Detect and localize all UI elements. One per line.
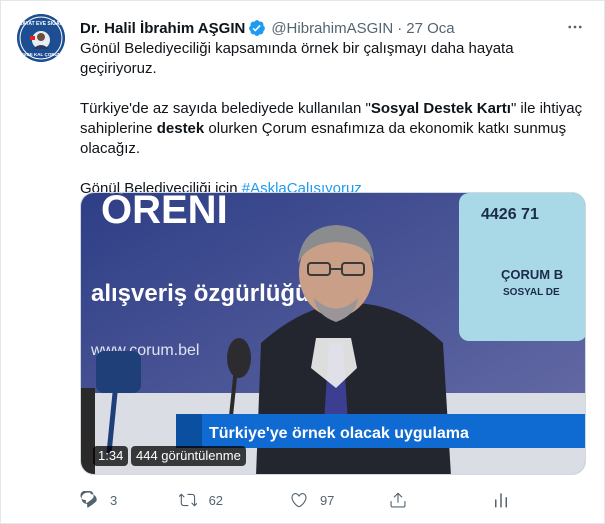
share-icon xyxy=(390,492,405,508)
avatar-image: HAYAT EVE SIĞAR EVDE KAL ÇORUM xyxy=(17,14,65,62)
avatar-text-bottom: EVDE KAL ÇORUM xyxy=(21,52,62,57)
tweet-text: Gönül Belediyeciliği kapsamında örnek bi… xyxy=(80,39,590,199)
tweet-line-1: Gönül Belediyeciliği kapsamında örnek bi… xyxy=(80,40,514,77)
tweet-paragraph-2: Türkiye'de az sayıda belediyede kullanıl… xyxy=(80,99,590,159)
separator-dot: · xyxy=(397,19,403,37)
share-button[interactable] xyxy=(389,491,493,509)
avatar-text-top: HAYAT EVE SIĞAR xyxy=(19,19,64,27)
retweet-count: 62 xyxy=(208,492,224,508)
tweet-date[interactable]: 27 Oca xyxy=(406,20,454,37)
more-icon[interactable] xyxy=(564,16,586,38)
video-banner-text: Türkiye'ye örnek olacak uygulama xyxy=(209,425,469,442)
tweet-card[interactable]: HAYAT EVE SIĞAR EVDE KAL ÇORUM Dr. Halil… xyxy=(0,0,605,524)
bold-text-destek: destek xyxy=(156,120,205,137)
like-button[interactable]: 97 xyxy=(290,491,389,509)
reply-count: 3 xyxy=(110,492,118,508)
author-handle[interactable]: @HibrahimASGIN xyxy=(271,20,393,37)
analytics-icon xyxy=(495,493,507,508)
tweet-header: Dr. Halil İbrahim AŞGIN @HibrahimASGIN ·… xyxy=(80,17,584,39)
reply-icon xyxy=(80,491,97,508)
video-card-line1: ÇORUM B xyxy=(501,267,563,282)
video-card-number: 4426 71 xyxy=(481,206,539,223)
video-bg-word: ÖRENİ xyxy=(101,193,228,232)
video-thumbnail: ÖRENİ alışveriş özgürlüğü" www.corum.bel… xyxy=(81,193,585,474)
analytics-button[interactable] xyxy=(492,491,510,509)
video-bg-slogan: alışveriş özgürlüğü" xyxy=(91,280,321,307)
video-player[interactable]: ÖRENİ alışveriş özgürlüğü" www.corum.bel… xyxy=(80,192,586,475)
bold-text-sosyal-destek-karti: Sosyal Destek Kartı xyxy=(370,100,511,117)
retweet-button[interactable]: 62 xyxy=(178,491,290,509)
like-count: 97 xyxy=(319,492,335,508)
tweet-actions: 3 62 97 xyxy=(80,489,510,511)
video-view-count: 444 görüntülenme xyxy=(131,446,246,466)
video-duration: 1:34 xyxy=(93,446,129,466)
like-icon xyxy=(291,493,307,508)
text-segment: Türkiye'de az sayıda belediyede kullanıl… xyxy=(80,100,371,117)
retweet-icon xyxy=(178,493,197,507)
verified-badge-icon xyxy=(248,19,266,37)
author-name[interactable]: Dr. Halil İbrahim AŞGIN xyxy=(80,20,245,37)
avatar[interactable]: HAYAT EVE SIĞAR EVDE KAL ÇORUM xyxy=(17,14,65,62)
video-card-line2: SOSYAL DE xyxy=(503,287,560,298)
reply-button[interactable]: 3 xyxy=(80,491,179,509)
